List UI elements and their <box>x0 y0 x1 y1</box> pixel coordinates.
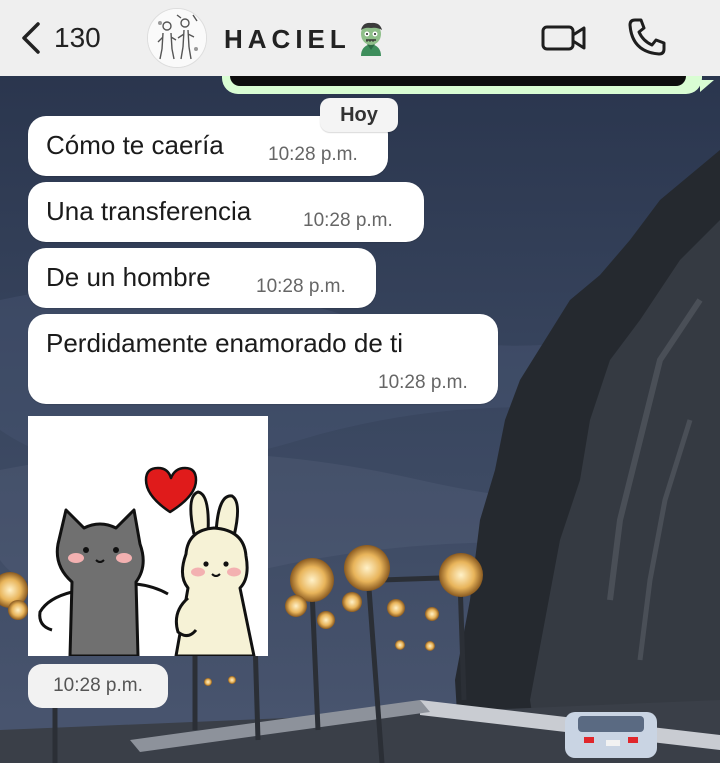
chevron-left-icon <box>22 22 40 54</box>
date-separator: Hoy <box>320 98 398 132</box>
message-bubble[interactable]: Perdidamente enamorado de ti 10:28 p.m. <box>28 314 498 404</box>
video-call-icon[interactable] <box>540 20 588 56</box>
message-text: De un hombre <box>46 262 211 292</box>
contact-title[interactable]: HACIEL <box>224 20 387 58</box>
bubble-tail <box>700 80 714 92</box>
chat-header: 130 HACIEL <box>0 0 720 76</box>
message-text: Cómo te caería <box>46 130 224 160</box>
zombie-emoji-icon <box>360 22 382 56</box>
message-text: Una transferencia <box>46 196 252 226</box>
message-time: 10:28 p.m. <box>256 276 346 297</box>
phone-icon[interactable] <box>626 16 668 58</box>
message-bubble[interactable]: Una transferencia 10:28 p.m. <box>28 182 424 242</box>
message-time: 10:28 p.m. <box>268 144 358 165</box>
message-time: 10:28 p.m. <box>378 372 468 393</box>
cat-and-bunny-heart-sticker-icon <box>28 416 268 656</box>
sticker-time: 10:28 p.m. <box>28 664 168 708</box>
contact-name: HACIEL <box>224 23 351 54</box>
message-time: 10:28 p.m. <box>303 210 393 231</box>
message-bubble[interactable]: De un hombre 10:28 p.m. <box>28 248 376 308</box>
unread-count: 130 <box>54 22 101 53</box>
back-button[interactable]: 130 <box>18 18 101 58</box>
contact-avatar[interactable] <box>147 8 207 68</box>
message-text: Perdidamente enamorado de ti <box>46 328 404 358</box>
sticker-message[interactable] <box>28 416 268 656</box>
